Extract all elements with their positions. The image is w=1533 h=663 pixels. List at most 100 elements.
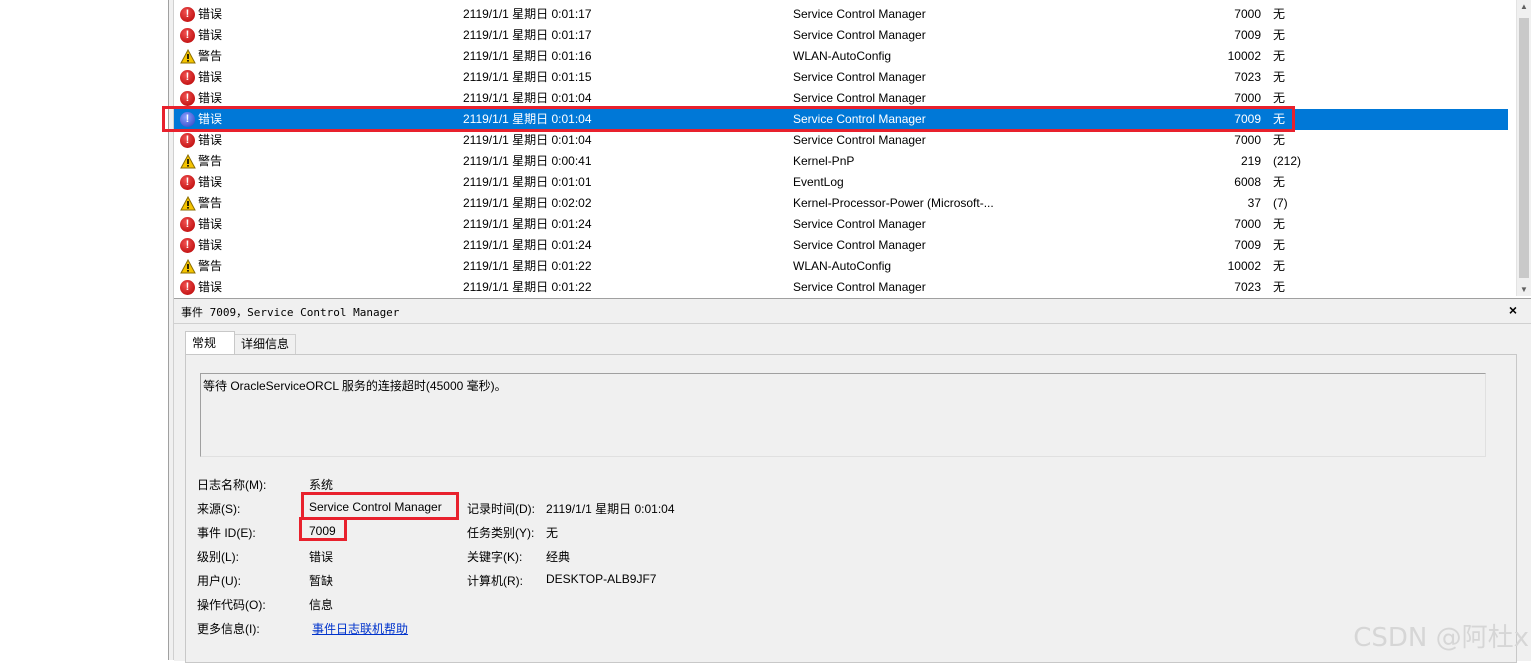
logged-value: 2119/1/1 星期日 0:01:04: [546, 502, 675, 516]
event-level: 错误: [198, 133, 223, 147]
event-category: (7): [1273, 196, 1288, 210]
event-source: Service Control Manager: [793, 28, 926, 42]
event-level: 警告: [198, 49, 223, 63]
event-level: 错误: [198, 112, 223, 126]
event-category: (212): [1273, 154, 1302, 168]
warning-icon: [180, 193, 196, 214]
error-icon: !: [180, 88, 196, 109]
event-category: 无: [1273, 280, 1286, 294]
event-id: 7009: [1234, 112, 1261, 126]
log-name-value: 系统: [309, 478, 334, 492]
event-source: Service Control Manager: [793, 91, 926, 105]
event-id: 7009: [1234, 238, 1261, 252]
event-datetime: 2119/1/1 星期日 0:01:04: [463, 91, 592, 105]
tab-general[interactable]: 常规: [185, 331, 235, 354]
event-source: Kernel-PnP: [793, 154, 855, 168]
event-row[interactable]: ! 错误 2119/1/1 星期日 0:01:17 Service Control M…: [174, 4, 1508, 25]
event-category: 无: [1273, 217, 1286, 231]
more-info-link[interactable]: 事件日志联机帮助: [312, 620, 408, 637]
event-level: 错误: [198, 238, 223, 252]
event-row[interactable]: ! 错误 2119/1/1 星期日 0:01:04 Service Control M…: [174, 109, 1508, 130]
level-value: 错误: [309, 550, 334, 564]
log-name-label: 日志名称(M):: [197, 478, 267, 492]
event-datetime: 2119/1/1 星期日 0:01:17: [463, 28, 592, 42]
event-row[interactable]: ! 错误 2119/1/1 星期日 0:01:17 Service Control M…: [174, 25, 1508, 46]
event-level: 错误: [198, 70, 223, 84]
event-level: 错误: [198, 175, 223, 189]
event-category: 无: [1273, 49, 1286, 63]
scroll-thumb[interactable]: [1519, 18, 1529, 278]
event-row[interactable]: ! 错误 2119/1/1 星期日 0:01:04 Service Control M…: [174, 88, 1508, 109]
error-icon: !: [180, 130, 196, 151]
opcode-value: 信息: [309, 598, 334, 612]
more-info-label: 更多信息(I):: [197, 622, 260, 636]
event-level: 错误: [198, 7, 223, 21]
error-icon: !: [180, 4, 196, 25]
event-description[interactable]: 等待 OracleServiceORCL 服务的连接超时(45000 毫秒)。: [200, 373, 1486, 457]
event-source: EventLog: [793, 175, 844, 189]
computer-value: DESKTOP-ALB9JF7: [546, 572, 657, 586]
event-datetime: 2119/1/1 星期日 0:01:24: [463, 238, 592, 252]
event-category: 无: [1273, 112, 1286, 126]
error-icon: !: [180, 109, 196, 130]
event-id: 6008: [1234, 175, 1261, 189]
event-id: 10002: [1227, 49, 1261, 63]
event-id: 7009: [1234, 28, 1261, 42]
event-id: 219: [1240, 154, 1261, 168]
event-datetime: 2119/1/1 星期日 0:02:02: [463, 196, 592, 210]
event-row[interactable]: ! 错误 2119/1/1 星期日 0:01:01 EventLog 6008 无: [174, 172, 1508, 193]
event-row[interactable]: 警告 2119/1/1 星期日 0:01:22 WLAN-AutoConfig 100…: [174, 256, 1508, 277]
event-id: 7000: [1234, 91, 1261, 105]
event-id: 7000: [1234, 217, 1261, 231]
event-source: Service Control Manager: [793, 70, 926, 84]
event-source: Service Control Manager: [793, 133, 926, 147]
keywords-label: 关键字(K):: [467, 550, 523, 564]
event-row[interactable]: ! 错误 2119/1/1 星期日 0:01:24 Service Control M…: [174, 235, 1508, 256]
close-icon[interactable]: ×: [1509, 302, 1517, 318]
event-level: 错误: [198, 28, 223, 42]
event-id: 7000: [1234, 7, 1261, 21]
event-level: 警告: [198, 154, 223, 168]
user-value: 暂缺: [309, 574, 334, 588]
event-row[interactable]: ! 错误 2119/1/1 星期日 0:01:24 Service Control M…: [174, 214, 1508, 235]
event-source: Service Control Manager: [793, 112, 926, 126]
event-source: Service Control Manager: [793, 238, 926, 252]
event-datetime: 2119/1/1 星期日 0:01:04: [463, 112, 592, 126]
event-row[interactable]: 警告 2119/1/1 星期日 0:01:16 WLAN-AutoConfig 100…: [174, 46, 1508, 67]
event-datetime: 2119/1/1 星期日 0:01:17: [463, 7, 592, 21]
error-icon: !: [180, 25, 196, 46]
event-category: 无: [1273, 7, 1286, 21]
event-id-value: 7009: [309, 524, 336, 538]
event-row[interactable]: ! 错误 2119/1/1 星期日 0:01:15 Service Control M…: [174, 67, 1508, 88]
event-row[interactable]: ! 错误 2119/1/1 星期日 0:01:22 Service Control M…: [174, 277, 1508, 296]
event-row[interactable]: ! 错误 2119/1/1 星期日 0:01:04 Service Control M…: [174, 130, 1508, 151]
task-label: 任务类别(Y):: [467, 526, 535, 540]
event-row[interactable]: 警告 2119/1/1 星期日 0:00:41 Kernel-PnP 219 (212): [174, 151, 1508, 172]
event-datetime: 2119/1/1 星期日 0:00:41: [463, 154, 592, 168]
event-level: 错误: [198, 217, 223, 231]
event-row[interactable]: 警告 2119/1/1 星期日 0:02:02 Kernel-Processor-P…: [174, 193, 1508, 214]
tab-details[interactable]: 详细信息: [234, 334, 297, 354]
source-value: Service Control Manager: [309, 500, 442, 514]
warning-icon: [180, 46, 196, 67]
event-category: 无: [1273, 70, 1286, 84]
event-list-scrollbar[interactable]: ▲ ▼: [1516, 0, 1531, 296]
event-category: 无: [1273, 238, 1286, 252]
event-datetime: 2119/1/1 星期日 0:01:24: [463, 217, 592, 231]
error-icon: !: [180, 214, 196, 235]
scroll-down-icon[interactable]: ▼: [1520, 285, 1528, 294]
event-list[interactable]: ! 错误 2119/1/1 星期日 0:01:17 Service Control M…: [174, 0, 1516, 296]
event-datetime: 2119/1/1 星期日 0:01:16: [463, 49, 592, 63]
event-level: 错误: [198, 280, 223, 294]
event-level: 错误: [198, 91, 223, 105]
watermark: CSDN @阿杜x: [1353, 623, 1529, 653]
event-detail-pane: 事件 7009，Service Control Manager × 常规 详细信…: [174, 298, 1531, 663]
event-datetime: 2119/1/1 星期日 0:01:22: [463, 259, 592, 273]
scroll-up-icon[interactable]: ▲: [1520, 2, 1528, 11]
opcode-label: 操作代码(O):: [197, 598, 266, 612]
event-source: Service Control Manager: [793, 217, 926, 231]
event-datetime: 2119/1/1 星期日 0:01:22: [463, 280, 592, 294]
event-category: 无: [1273, 28, 1286, 42]
computer-label: 计算机(R):: [467, 574, 523, 588]
event-id-label: 事件 ID(E):: [197, 526, 256, 540]
